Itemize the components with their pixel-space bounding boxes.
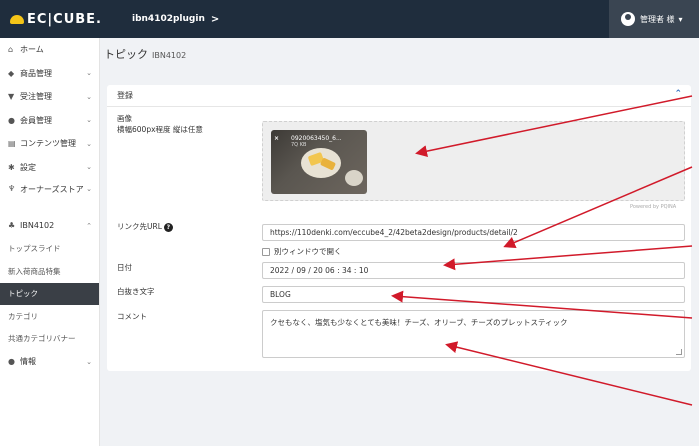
sidebar-item-label: 設定 — [20, 162, 36, 172]
chevron-down-icon: ⌄ — [86, 69, 92, 78]
resize-handle-icon[interactable] — [676, 349, 682, 355]
members-icon: ● — [8, 115, 15, 125]
sidebar-item-label: 商品管理 — [20, 68, 52, 78]
sidebar-subitem-common-category-banner[interactable]: 共通カテゴリバナー — [0, 328, 99, 351]
user-menu[interactable]: 管理者 様 ▾ — [609, 0, 699, 38]
image-label: 画像 — [117, 114, 132, 123]
page-title-text: トピック — [104, 48, 148, 61]
link-url-input[interactable]: https://110denki.com/eccube4_2/42beta2de… — [262, 224, 685, 241]
sidebar-item-label: IBN4102 — [20, 221, 55, 231]
shop-name-link[interactable]: ibn4102plugin — [132, 14, 205, 24]
chevron-right-icon[interactable]: > — [211, 14, 219, 25]
user-name: 管理者 様 — [640, 14, 675, 24]
page-title: トピック IBN4102 — [104, 46, 186, 62]
new-window-checkbox[interactable] — [262, 247, 270, 256]
comment-text: クセもなく、塩気も少なくとても美味！チーズ、オリーブ、チーズのプレットスティック — [270, 318, 568, 327]
sidebar-subitem-category[interactable]: カテゴリ — [0, 305, 99, 328]
file-name: 0920063450_6... — [291, 135, 342, 142]
link-url-label-text: リンク先URL — [117, 222, 162, 231]
sidebar-item-content[interactable]: ▤ コンテンツ管理 ⌄ — [0, 132, 99, 156]
home-icon: ⌂ — [8, 45, 14, 55]
sidebar: ⌂ ホーム ◆ 商品管理 ⌄ ▼ 受注管理 ⌄ ● 会員管理 ⌄ ▤ コンテンツ… — [0, 38, 100, 446]
help-icon[interactable]: ? — [163, 222, 173, 232]
sidebar-subitem-top-slide[interactable]: トップスライド — [0, 238, 99, 261]
chevron-down-icon: ⌄ — [86, 116, 92, 125]
chevron-down-icon: ▾ — [678, 14, 683, 24]
date-input[interactable]: 2022 / 09 / 20 06 : 34 : 10 — [262, 262, 685, 279]
date-label: 日付 — [117, 263, 132, 272]
food-image-bowl — [345, 170, 363, 186]
content-icon: ▤ — [8, 139, 16, 149]
card-header: 登録 ⌃ — [107, 85, 691, 107]
sidebar-item-products[interactable]: ◆ 商品管理 ⌄ — [0, 62, 99, 86]
sidebar-item-info[interactable]: ● 情報 ⌄ — [0, 350, 99, 374]
image-hint: 横幅600px程度 縦は任意 — [117, 125, 203, 134]
remove-file-icon[interactable]: × — [274, 135, 279, 142]
sidebar-item-ibn4102[interactable]: ♣ IBN4102 ⌃ — [0, 214, 99, 238]
info-icon: ● — [8, 357, 15, 367]
logo-text: EC|CUBE. — [27, 11, 102, 27]
sidebar-subitem-new-arrivals[interactable]: 新入荷商品特集 — [0, 260, 99, 283]
page-code: IBN4102 — [152, 51, 187, 60]
white-text-label: 白抜き文字 — [117, 287, 155, 296]
sidebar-item-home[interactable]: ⌂ ホーム — [0, 38, 99, 62]
chevron-down-icon: ⌄ — [86, 163, 92, 172]
white-text-input[interactable]: BLOG — [262, 286, 685, 303]
sidebar-item-label: ホーム — [20, 45, 44, 55]
sidebar-item-owners-store[interactable]: ♆ オーナーズストア ⌄ — [0, 179, 99, 209]
sidebar-item-settings[interactable]: ✱ 設定 ⌄ — [0, 156, 99, 180]
new-window-option[interactable]: 別ウィンドウで開く — [262, 246, 342, 257]
top-header: EC|CUBE. ibn4102plugin > 管理者 様 ▾ — [0, 0, 699, 38]
sidebar-item-orders[interactable]: ▼ 受注管理 ⌄ — [0, 85, 99, 109]
ibn-icon: ♣ — [8, 221, 16, 231]
chevron-up-icon: ⌃ — [86, 221, 92, 230]
cart-icon: ▼ — [8, 92, 15, 102]
collapse-chevron-icon[interactable]: ⌃ — [674, 89, 682, 99]
chevron-down-icon: ⌄ — [86, 185, 92, 193]
chevron-down-icon: ⌄ — [86, 139, 92, 148]
uploaded-image-thumbnail: × 0920063450_6... 7Q KB — [271, 130, 367, 194]
comment-label: コメント — [117, 312, 147, 321]
sidebar-item-label: 情報 — [20, 357, 36, 367]
gear-icon: ✱ — [8, 162, 15, 172]
powered-by-text: Powered by PQINA — [630, 204, 677, 210]
sidebar-item-label: 会員管理 — [20, 115, 52, 125]
comment-textarea[interactable]: クセもなく、塩気も少なくとても美味！チーズ、オリーブ、チーズのプレットスティック — [262, 310, 685, 358]
sidebar-item-label: オーナーズストア — [20, 185, 84, 194]
sidebar-item-label: コンテンツ管理 — [20, 139, 76, 149]
eccube-logo[interactable]: EC|CUBE. — [10, 12, 110, 27]
logo-mark-icon — [10, 14, 24, 24]
file-size: 7Q KB — [291, 142, 307, 148]
product-icon: ◆ — [8, 68, 15, 78]
sidebar-item-label: 受注管理 — [20, 92, 52, 102]
chevron-down-icon: ⌄ — [86, 92, 92, 101]
sidebar-subitem-topic[interactable]: トピック — [0, 282, 99, 305]
link-url-label: リンク先URL? — [117, 221, 173, 232]
new-window-label: 別ウィンドウで開く — [274, 247, 342, 256]
image-dropzone[interactable]: × 0920063450_6... 7Q KB — [262, 121, 685, 201]
chevron-down-icon: ⌄ — [86, 357, 92, 366]
plug-icon: ♆ — [8, 184, 16, 193]
card-title: 登録 — [117, 91, 133, 100]
sidebar-item-members[interactable]: ● 会員管理 ⌄ — [0, 109, 99, 133]
user-avatar-icon — [621, 12, 635, 26]
